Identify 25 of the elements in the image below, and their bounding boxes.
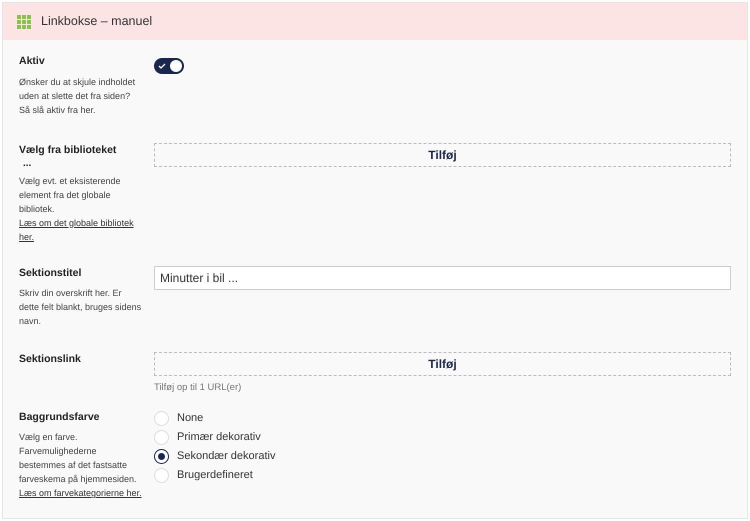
- help-link[interactable]: Læs om farvekategorierne her.: [19, 486, 142, 500]
- add-button[interactable]: Tilføj: [154, 142, 731, 167]
- help-link[interactable]: Læs om det globale bibliotek her.: [19, 216, 142, 244]
- field-label: Baggrundsfarve: [19, 410, 101, 424]
- radio-label: None: [177, 410, 204, 426]
- field-label: Vælg fra biblioteket: [19, 142, 118, 158]
- field-label: Sektionstitel: [19, 266, 82, 280]
- grid-icon: [17, 14, 31, 28]
- section-title: Linkbokse – manuel: [41, 13, 152, 30]
- add-button[interactable]: Tilføj: [154, 352, 731, 376]
- more-dots: ...: [22, 158, 32, 168]
- toggle-switch[interactable]: [154, 58, 184, 74]
- radio-label: Sekondær dekorativ: [177, 448, 276, 464]
- field-description: Skriv din overskrift her. Er dette felt blankt, bruges sidens navn.: [19, 287, 142, 328]
- radio-label: Primær dekorativ: [177, 430, 261, 445]
- field-label: Aktiv: [19, 54, 46, 69]
- field-description: Vælg evt. et eksisterende element fra det globale bibliotek.: [19, 174, 122, 216]
- field-description: Vælg en farve. Farvemulighederne bestemmes af det fastsatte farveskema på hjemmesiden.: [19, 431, 138, 486]
- field-label: Sektionslink: [19, 352, 82, 368]
- radio-label: Brugerdefineret: [177, 468, 253, 483]
- check-icon: [158, 62, 166, 70]
- hint-text: Tilføj op til 1 URL(er): [154, 381, 242, 396]
- field-description: Ønsker du at skjule indholdet uden at slette det fra siden? Så slå aktiv fra her.: [19, 76, 136, 117]
- radio-button[interactable]: [154, 448, 169, 464]
- title-field[interactable]: Minutter i bil ...: [154, 266, 731, 290]
